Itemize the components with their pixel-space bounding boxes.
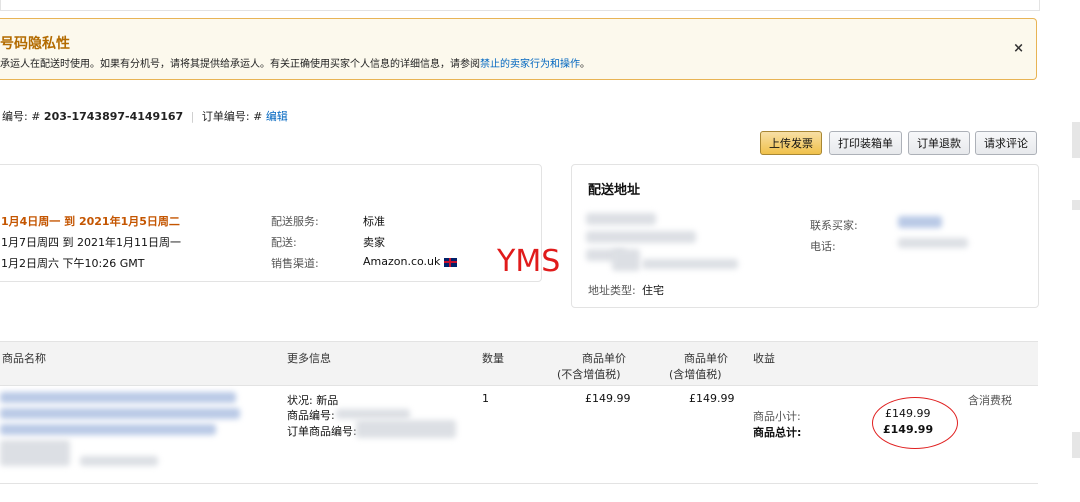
service-value: 标准	[363, 215, 385, 228]
channel-label: 销售渠道:	[271, 257, 319, 270]
subtotal-label: 商品小计:	[753, 410, 801, 423]
order-item-label: 订单商品编号:	[287, 425, 357, 438]
items-table-header: 商品名称 更多信息 数量 商品单价 (不含增值税) 商品单价 (含增值税) 收益	[0, 341, 1038, 386]
redacted-product-title[interactable]	[0, 424, 216, 435]
alert-title: 号码隐私性	[0, 36, 70, 52]
uk-flag-icon	[443, 257, 457, 267]
order-id-label: 编号: #	[2, 110, 41, 123]
alert-text-end: 。	[580, 59, 590, 70]
redacted-phone	[898, 238, 968, 248]
upload-invoice-button[interactable]: 上传发票	[760, 131, 822, 155]
redacted-address-line	[586, 231, 696, 243]
price-ex-vat-value: £149.99	[585, 392, 631, 405]
col-income: 收益	[753, 352, 775, 365]
watermark-text: YMS	[497, 244, 561, 279]
col-quantity: 数量	[482, 352, 504, 365]
redacted-product-title[interactable]	[0, 408, 240, 419]
channel-name: Amazon.co.uk	[363, 255, 441, 268]
fulfillment-label: 配送:	[271, 236, 297, 249]
right-edge-element	[1072, 200, 1080, 210]
redacted-sku	[336, 409, 410, 419]
col-price-inc-vat: 商品单价	[684, 352, 728, 365]
edit-link[interactable]: 编辑	[266, 110, 288, 123]
redacted-product-text	[80, 456, 158, 466]
quantity-value: 1	[482, 392, 489, 405]
redacted-product-image	[0, 440, 70, 466]
fulfillment-value: 卖家	[363, 236, 385, 249]
condition-text: 状况: 新品	[287, 394, 339, 407]
divider: |	[190, 110, 195, 123]
redacted-product-title[interactable]	[0, 392, 236, 403]
redacted-contact-link[interactable]	[898, 216, 942, 228]
shipping-address-panel: 配送地址 地址类型: 住宅 联系买家: 电话:	[571, 164, 1039, 308]
close-icon[interactable]: ×	[1013, 41, 1024, 56]
purchase-date: 1月2日周六 下午10:26 GMT	[1, 257, 145, 270]
top-panel-edge	[0, 0, 1040, 11]
redacted-address-line	[612, 249, 640, 271]
channel-value: Amazon.co.uk	[363, 255, 457, 268]
shipping-title: 配送地址	[588, 183, 641, 198]
redacted-name	[586, 213, 656, 225]
address-type-label: 地址类型:	[588, 284, 636, 297]
prohibited-actions-link[interactable]: 禁止的卖家行为和操作	[480, 59, 580, 70]
right-edge-element	[1072, 432, 1080, 458]
order-summary-panel: 1月4日周一 到 2021年1月5日周二 1月7日周四 到 2021年1月11日…	[0, 164, 542, 282]
ship-range: 1月7日周四 到 2021年1月11日周一	[1, 236, 181, 249]
right-edge-element	[1072, 122, 1080, 158]
col-price-ex-vat-sub: (不含增值税)	[557, 368, 621, 381]
print-packing-slip-button[interactable]: 打印装箱单	[829, 131, 902, 155]
privacy-alert: 号码隐私性 承运人在配送时使用。如果有分机号，请将其提供给承运人。有关正确使用买…	[0, 18, 1037, 80]
refund-order-button[interactable]: 订单退款	[908, 131, 970, 155]
request-review-button[interactable]: 请求评论	[975, 131, 1037, 155]
col-price-ex-vat: 商品单价	[582, 352, 626, 365]
delivery-range: 1月4日周一 到 2021年1月5日周二	[1, 215, 180, 228]
annotation-circle	[872, 397, 958, 449]
divider	[0, 483, 1038, 484]
order-no-label: 订单编号: #	[201, 110, 263, 123]
col-price-inc-vat-sub: (含增值税)	[669, 368, 722, 381]
address-type-value: 住宅	[642, 284, 664, 297]
service-label: 配送服务:	[271, 215, 319, 228]
col-product-name: 商品名称	[2, 352, 46, 365]
phone-label: 电话:	[810, 240, 836, 253]
tax-note: 含消费税	[968, 394, 1012, 407]
col-more-info: 更多信息	[287, 352, 331, 365]
redacted-address-line	[642, 259, 738, 269]
alert-text-body: 承运人在配送时使用。如果有分机号，请将其提供给承运人。有关正确使用买家个人信息的…	[0, 59, 480, 70]
total-label: 商品总计:	[753, 426, 802, 439]
redacted-order-item-id	[356, 420, 456, 438]
sku-label: 商品编号:	[287, 409, 335, 422]
order-id: 203-1743897-4149167	[43, 110, 184, 123]
price-inc-vat-value: £149.99	[689, 392, 735, 405]
contact-buyer-label: 联系买家:	[810, 219, 858, 232]
order-id-line: 编号: # 203-1743897-4149167 | 订单编号: # 编辑	[2, 108, 288, 124]
alert-text: 承运人在配送时使用。如果有分机号，请将其提供给承运人。有关正确使用买家个人信息的…	[0, 55, 590, 70]
